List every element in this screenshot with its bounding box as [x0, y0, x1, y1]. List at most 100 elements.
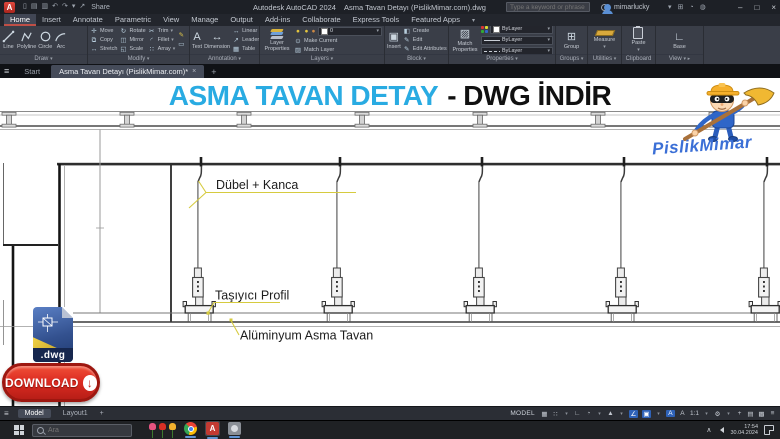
utilities-panel-title[interactable]: Utilities ▾	[588, 54, 621, 64]
paste-tool[interactable]: Paste ▾	[631, 26, 646, 53]
explode-tool[interactable]: ▭	[177, 41, 185, 48]
status-toggle-icon[interactable]: ◔	[585, 410, 592, 417]
taskbar-search-box[interactable]	[32, 423, 139, 437]
fillet-tool[interactable]: ◜ Fillet ▾	[148, 37, 176, 44]
quick-access-icon[interactable]: ▾	[72, 2, 76, 12]
mirror-tool[interactable]: ◫ Mirror	[119, 37, 145, 44]
ribbon-tab[interactable]: Collaborate	[296, 14, 346, 26]
modify-panel-title[interactable]: Modify ▾	[88, 54, 189, 64]
layout-menu-icon[interactable]: ≡	[4, 409, 9, 418]
ribbon-tab[interactable]: View	[157, 14, 185, 26]
leader-tool[interactable]: ↗Leader▾	[232, 37, 259, 44]
dimension-tool[interactable]: ↔ Dimension	[204, 31, 230, 50]
taskbar-app[interactable]	[228, 422, 241, 438]
layer-select-dropdown[interactable]: 0 ▾	[318, 26, 382, 36]
status-toggle-icon[interactable]: ▩	[758, 410, 765, 418]
start-button-icon[interactable]	[14, 425, 24, 435]
status-toggle-icon[interactable]: ▾	[703, 411, 710, 417]
linetype-dropdown[interactable]: ByLayer ▾	[481, 46, 553, 54]
taskbar-chrome[interactable]	[184, 422, 197, 438]
tab-start[interactable]: Start	[16, 65, 48, 78]
status-toggle-icon[interactable]: ▲	[607, 410, 614, 417]
status-toggle-icon[interactable]: ▦	[541, 410, 548, 418]
dwg-file-icon[interactable]: .dwg	[33, 307, 73, 362]
tab-active-document[interactable]: Asma Tavan Detayı (PislikMimar.com)* ×	[51, 65, 205, 78]
layer-freeze-icon[interactable]: ●	[304, 28, 309, 35]
array-tool[interactable]: ∷ Array ▾	[148, 46, 176, 53]
widgets-tulips-icon[interactable]	[148, 422, 176, 438]
ribbon-tab[interactable]: Home	[4, 14, 37, 26]
rotate-tool[interactable]: ↻ Rotate	[119, 28, 146, 35]
titlebar-tray-icon[interactable]: ◔	[689, 4, 693, 11]
layer-on-icon[interactable]: ●	[294, 28, 302, 35]
block-panel-title[interactable]: Block ▾	[385, 54, 448, 64]
drawing-canvas[interactable]: Dübel + Kanca Taşıyıcı Profil Alüminyum …	[0, 78, 780, 406]
match-layer-tool[interactable]: ▨ Match Layer	[294, 47, 382, 54]
status-toggle-icon[interactable]: ▾	[725, 411, 732, 417]
ribbon-tab[interactable]: Add-ins	[259, 14, 296, 26]
table-tool[interactable]: ▦ Table	[232, 46, 259, 53]
ribbon-tab[interactable]: Annotate	[67, 14, 109, 26]
ribbon-tab[interactable]: Insert	[36, 14, 67, 26]
layers-panel-title[interactable]: Layers ▾	[260, 54, 384, 64]
titlebar-tray-icon[interactable]: ⊞	[678, 3, 684, 11]
tray-chevron-icon[interactable]: ∧	[706, 426, 711, 434]
status-toggle-icon[interactable]: ▾	[618, 411, 625, 417]
object-color-dropdown[interactable]: ByLayer ▾	[490, 26, 553, 34]
download-button[interactable]: DOWNLOAD ↓	[2, 363, 100, 402]
status-toggle-icon[interactable]: ▾	[655, 411, 662, 417]
ribbon-options-icon[interactable]: ▾	[466, 14, 481, 26]
account-area[interactable]: mimarlucky	[602, 0, 649, 15]
autocad-app-icon[interactable]: A	[4, 1, 15, 13]
ribbon-tab[interactable]: Featured Apps	[405, 14, 466, 26]
status-toggle-icon[interactable]: ▾	[563, 411, 570, 417]
tab-close-icon[interactable]: ×	[192, 68, 196, 75]
status-toggle-icon[interactable]: ∟	[574, 410, 581, 417]
taskbar-autocad[interactable]: A	[205, 421, 220, 439]
status-toggle-icon[interactable]: ⚙	[714, 410, 721, 418]
group-tool[interactable]: ⊞ Group	[564, 31, 579, 50]
match-properties-button[interactable]: ▨ Match Properties	[451, 28, 479, 53]
groups-panel-title[interactable]: Groups ▾	[556, 54, 587, 64]
create-block-tool[interactable]: ◧ Create	[403, 28, 448, 35]
edit-attributes-tool[interactable]: ✎Edit Attributes▾	[403, 46, 448, 53]
draw-panel-title[interactable]: Draw ▾	[0, 54, 87, 64]
stretch-tool[interactable]: ↔ Stretch	[90, 46, 118, 53]
quick-access-icon[interactable]: ↶	[52, 2, 58, 12]
maximize-icon[interactable]: □	[754, 3, 759, 12]
copy-tool[interactable]: ⧉ Copy	[90, 37, 117, 44]
help-search-input[interactable]	[510, 3, 598, 11]
quick-access-icon[interactable]: ↷	[62, 2, 68, 12]
titlebar-tray-icon[interactable]: ◍	[700, 3, 706, 11]
username[interactable]: mimarlucky	[614, 4, 649, 11]
trim-tool[interactable]: ✂ Trim ▾	[148, 28, 176, 35]
help-search-box[interactable]	[506, 2, 608, 12]
measure-tool[interactable]: Measure ▾	[594, 30, 615, 50]
view-panel-title[interactable]: View ▾ ▸	[656, 54, 703, 64]
tab-model[interactable]: Model	[17, 409, 51, 418]
notification-center-icon[interactable]	[764, 425, 774, 435]
clipboard-panel-title[interactable]: Clipboard	[622, 54, 655, 64]
insert-block-tool[interactable]: ▣ Insert	[387, 31, 401, 50]
ribbon-tab[interactable]: Parametric	[109, 14, 157, 26]
status-toggle-icon[interactable]: A	[679, 410, 686, 417]
taskbar-search-input[interactable]	[48, 426, 139, 434]
annotation-panel-title[interactable]: Annotation ▾	[190, 54, 259, 64]
scale-tool[interactable]: ◱ Scale	[119, 46, 145, 53]
quick-access-icon[interactable]: ▥	[41, 2, 48, 12]
model-space-badge[interactable]: MODEL	[510, 410, 535, 417]
status-toggle-icon[interactable]: A	[665, 410, 675, 417]
lineweight-dropdown[interactable]: ByLayer ▾	[481, 35, 553, 45]
status-toggle-icon[interactable]: ≡	[769, 410, 776, 417]
ribbon-tab[interactable]: Manage	[185, 14, 224, 26]
status-toggle-icon[interactable]: +	[736, 410, 743, 417]
titlebar-tray-icon[interactable]: ▾	[668, 3, 672, 11]
status-toggle-icon[interactable]: ∠	[628, 409, 638, 418]
quick-access-icon[interactable]: ▯	[23, 2, 27, 12]
taskbar-clock[interactable]: 17:54 30.04.2024	[730, 424, 758, 436]
status-toggle-icon[interactable]: ▣	[641, 409, 651, 418]
color-palette-icon[interactable]	[481, 26, 488, 33]
add-layout-icon[interactable]: +	[100, 410, 104, 417]
arc-tool[interactable]: Arc	[54, 30, 67, 50]
linear-tool[interactable]: ↔Linear▾	[232, 28, 259, 35]
